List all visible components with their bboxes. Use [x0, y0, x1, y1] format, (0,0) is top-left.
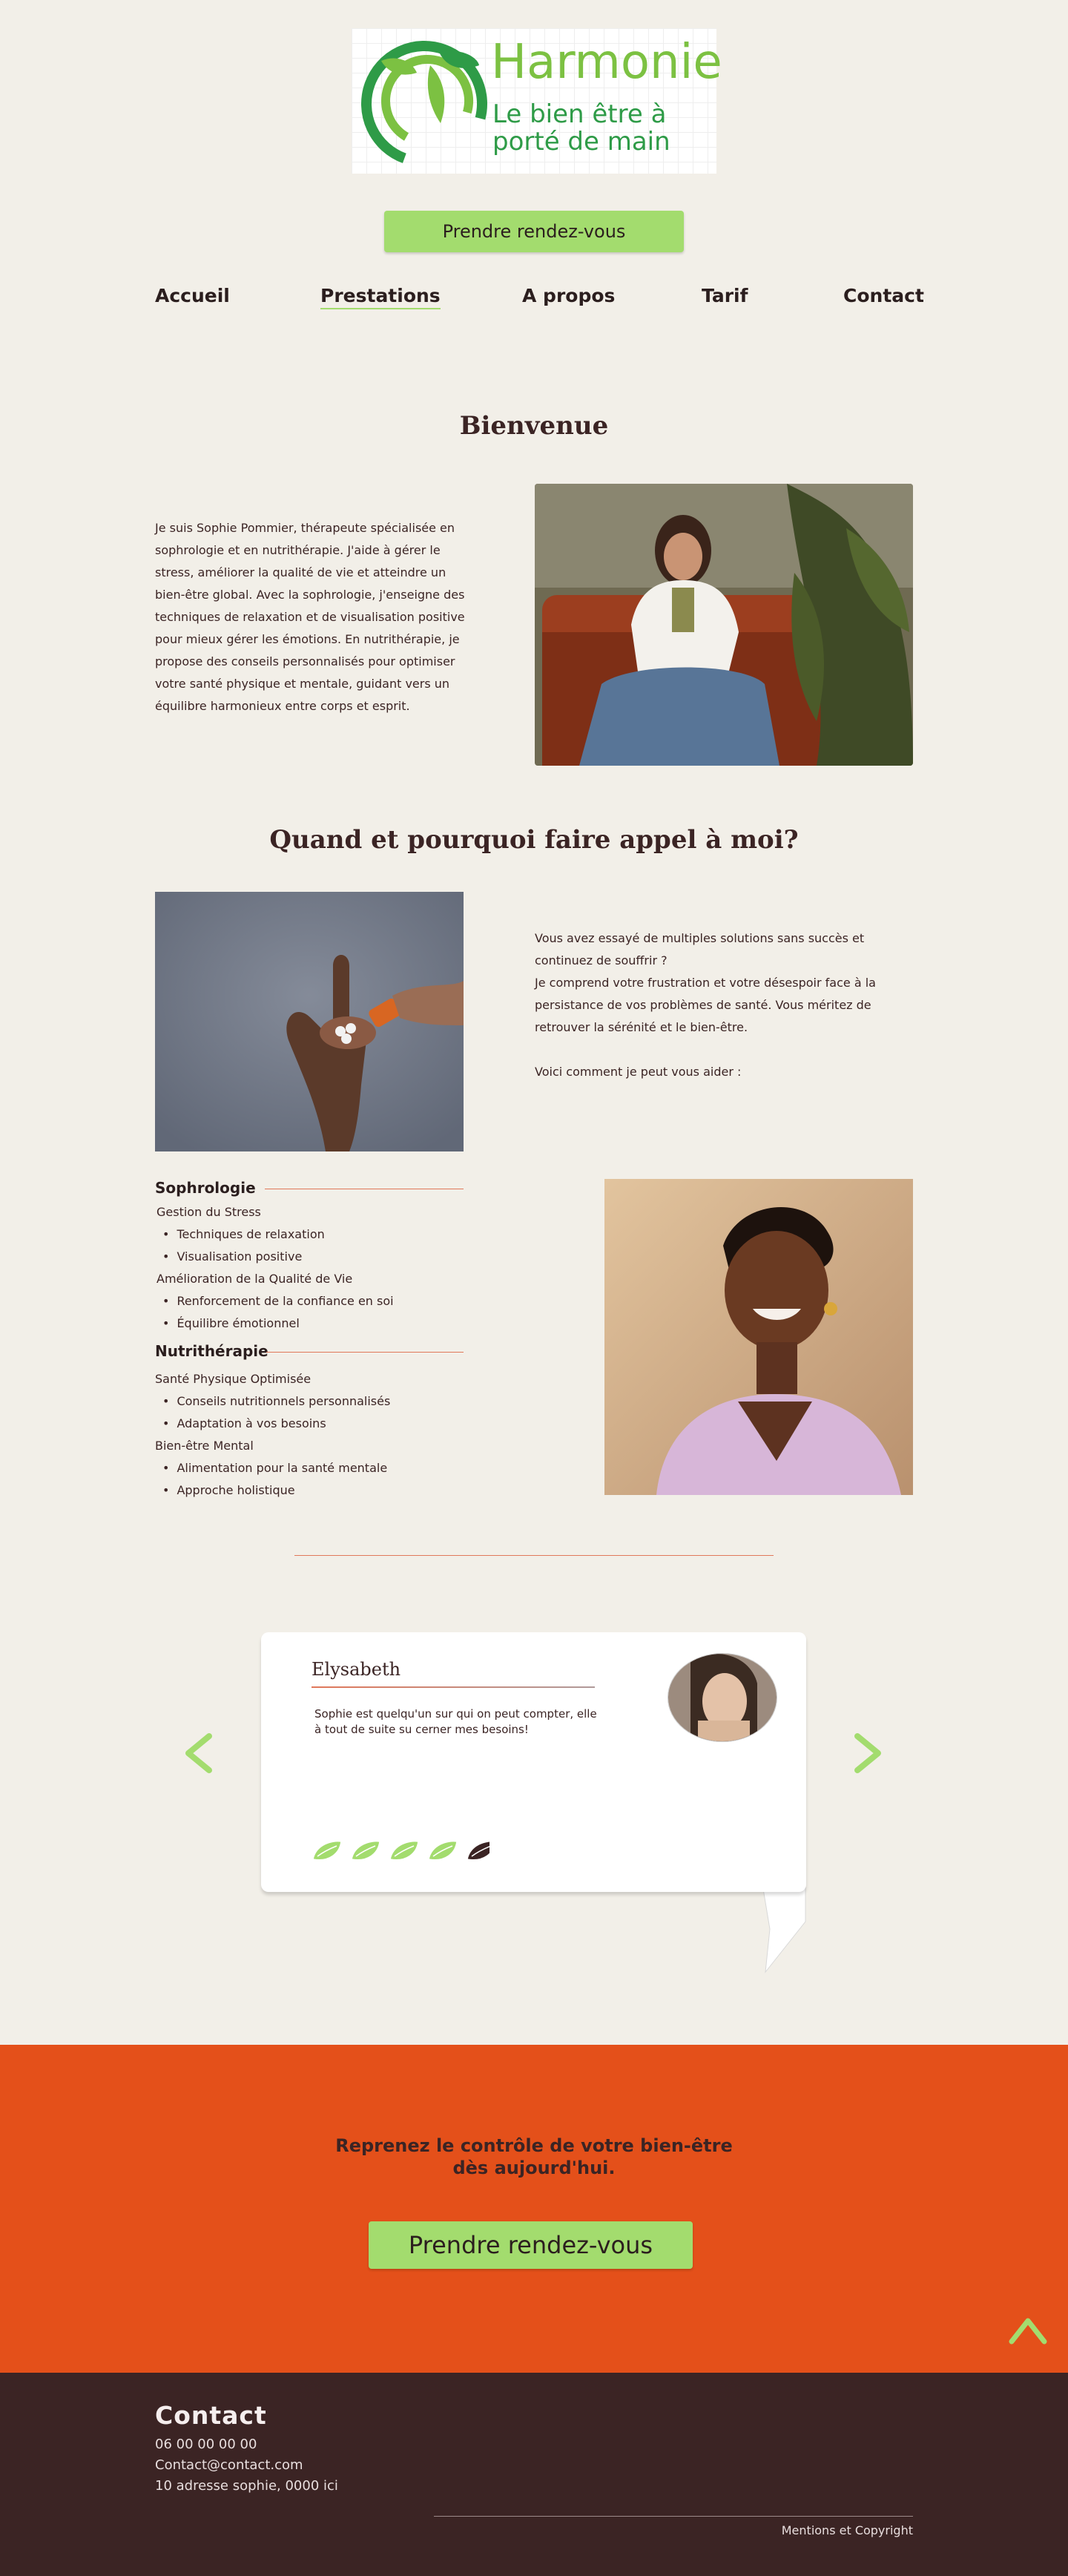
- rating-leaves: [312, 1839, 496, 1865]
- logo-title: Harmonie: [491, 35, 722, 90]
- logo-tagline-line2: porté de main: [492, 127, 670, 157]
- chevron-right-icon[interactable]: [850, 1732, 886, 1775]
- logo-tagline-line1: Le bien être à: [492, 99, 667, 129]
- leaf-filled-icon: [312, 1840, 342, 1861]
- testimonial-divider: [312, 1686, 595, 1688]
- list-item: Approche holistique: [162, 1483, 294, 1497]
- nutritherapie-title: Nutrithérapie: [155, 1342, 268, 1360]
- avatar: [668, 1653, 777, 1742]
- leaf-filled-icon: [351, 1840, 380, 1861]
- cta-text: Reprenez le contrôle de votre bien-être …: [0, 2135, 1068, 2179]
- cta-book-appointment-button[interactable]: Prendre rendez-vous: [369, 2221, 693, 2269]
- why-line-1: Vous avez essayé de multiples solutions …: [535, 931, 865, 967]
- leaf-empty-icon: [467, 1840, 496, 1861]
- book-appointment-button[interactable]: Prendre rendez-vous: [384, 211, 684, 252]
- nav-item-accueil[interactable]: Accueil: [155, 285, 230, 306]
- testimonial-text: Sophie est quelqu'un sur qui on peut com…: [314, 1707, 597, 1736]
- list-item: Alimentation pour la santé mentale: [162, 1461, 387, 1475]
- testimonial-author: Elysabeth: [312, 1659, 401, 1680]
- page: Harmonie Le bien être à porté de main Pr…: [0, 0, 1068, 2576]
- list-item: Renforcement de la confiance en soi: [162, 1294, 393, 1308]
- footer-phone[interactable]: 06 00 00 00 00: [155, 2437, 257, 2452]
- welcome-text: Je suis Sophie Pommier, thérapeute spéci…: [155, 521, 465, 713]
- nav-item-tarif[interactable]: Tarif: [702, 285, 748, 306]
- footer-title: Contact: [155, 2401, 267, 2430]
- logo[interactable]: Harmonie Le bien être à porté de main: [352, 28, 722, 174]
- why-title: Quand et pourquoi faire appel à moi?: [269, 825, 799, 855]
- sophrologie-sub-2: Amélioration de la Qualité de Vie: [156, 1272, 353, 1286]
- cta-line-1: Reprenez le contrôle de votre bien-être: [335, 2135, 733, 2156]
- nav-item-a-propos[interactable]: A propos: [522, 285, 615, 306]
- chevron-up-icon[interactable]: [1007, 2313, 1049, 2347]
- footer-email[interactable]: Contact@contact.com: [155, 2457, 303, 2473]
- nutritherapie-divider: [266, 1352, 464, 1353]
- leaf-filled-icon: [428, 1840, 458, 1861]
- footer-address: 10 adresse sophie, 0000 ici: [155, 2478, 338, 2494]
- cta-band: [0, 2045, 1068, 2373]
- why-text: Vous avez essayé de multiples solutions …: [535, 927, 913, 1083]
- list-item: Adaptation à vos besoins: [162, 1416, 326, 1430]
- leaf-filled-icon: [389, 1840, 419, 1861]
- nav-item-contact[interactable]: Contact: [843, 285, 924, 306]
- welcome-title: Bienvenue: [459, 411, 609, 441]
- list-item: Visualisation positive: [162, 1249, 302, 1264]
- nutritherapie-sub-2: Bien-être Mental: [155, 1439, 254, 1453]
- cta-line-2: dès aujourd'hui.: [452, 2158, 616, 2178]
- nutritherapie-sub-1: Santé Physique Optimisée: [155, 1372, 312, 1386]
- therapist-photo: [535, 484, 913, 766]
- sophrologie-sub-1: Gestion du Stress: [156, 1205, 261, 1219]
- list-item: Conseils nutritionnels personnalisés: [162, 1394, 390, 1408]
- why-line-2: Je comprend votre frustration et votre d…: [535, 976, 876, 1034]
- nav-item-prestations[interactable]: Prestations: [320, 285, 441, 309]
- section-divider: [294, 1555, 774, 1556]
- main-nav: Accueil Prestations A propos Tarif Conta…: [155, 285, 924, 310]
- pills-hands-photo: [155, 892, 464, 1151]
- speech-bubble-tail: [762, 1885, 806, 1974]
- why-line-3: Voici comment je peut vous aider :: [535, 1065, 742, 1079]
- leaf-emblem-icon: [361, 41, 487, 166]
- list-item: Équilibre émotionnel: [162, 1316, 299, 1330]
- sophrologie-title: Sophrologie: [155, 1179, 256, 1197]
- list-item: Techniques de relaxation: [162, 1227, 324, 1241]
- footer-divider: [434, 2516, 913, 2517]
- legal-link[interactable]: Mentions et Copyright: [782, 2523, 913, 2537]
- logo-tagline: Le bien être à porté de main: [492, 99, 715, 157]
- chevron-left-icon[interactable]: [181, 1732, 217, 1775]
- smiling-woman-photo: [604, 1179, 913, 1495]
